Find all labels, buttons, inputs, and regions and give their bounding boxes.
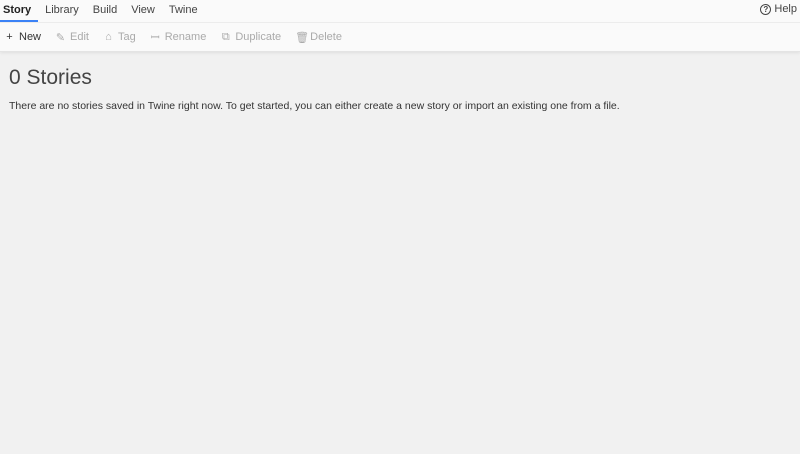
duplicate-label: Duplicate bbox=[235, 31, 282, 43]
menu-tabs: Story Library Build View Twine ? Help bbox=[0, 0, 800, 23]
story-library: 0 Stories There are no stories saved in … bbox=[0, 52, 800, 126]
edit-button[interactable]: ✎ Edit bbox=[55, 31, 89, 44]
empty-message: There are no stories saved in Twine righ… bbox=[9, 100, 620, 112]
tag-icon: ⌂ bbox=[105, 31, 112, 43]
tab-view[interactable]: View bbox=[124, 0, 162, 22]
rename-button[interactable]: ꟷ Rename bbox=[150, 30, 207, 45]
delete-label: Delete bbox=[310, 31, 342, 43]
edit-label: Edit bbox=[70, 31, 89, 43]
page-title: 0 Stories bbox=[9, 66, 92, 89]
story-toolbar: + New ✎ Edit ⌂ Tag ꟷ Rename ⧉ Duplicate 🗑 Dele… bbox=[0, 23, 800, 51]
new-button[interactable]: + New bbox=[4, 31, 41, 43]
rename-label: Rename bbox=[164, 31, 207, 43]
help-button[interactable]: ? Help bbox=[760, 3, 797, 15]
edit-icon: ✎ bbox=[55, 31, 66, 44]
tag-label: Tag bbox=[117, 31, 136, 43]
duplicate-icon: ⧉ bbox=[221, 30, 230, 43]
plus-icon: + bbox=[6, 31, 13, 43]
help-icon: ? bbox=[760, 3, 772, 15]
top-bar: Story Library Build View Twine ? Help + N… bbox=[0, 0, 800, 52]
tab-story[interactable]: Story bbox=[0, 0, 39, 22]
duplicate-button[interactable]: ⧉ Duplicate bbox=[220, 31, 281, 44]
help-label: Help bbox=[774, 3, 797, 15]
tab-twine[interactable]: Twine bbox=[162, 0, 205, 22]
new-label: New bbox=[19, 31, 42, 43]
tag-button[interactable]: ⌂ Tag bbox=[103, 31, 136, 43]
delete-button[interactable]: 🗑 Delete bbox=[295, 31, 342, 44]
rename-icon: ꟷ bbox=[150, 31, 160, 44]
tab-library[interactable]: Library bbox=[38, 0, 86, 22]
tab-build[interactable]: Build bbox=[86, 0, 124, 22]
trash-icon: 🗑 bbox=[295, 31, 310, 44]
